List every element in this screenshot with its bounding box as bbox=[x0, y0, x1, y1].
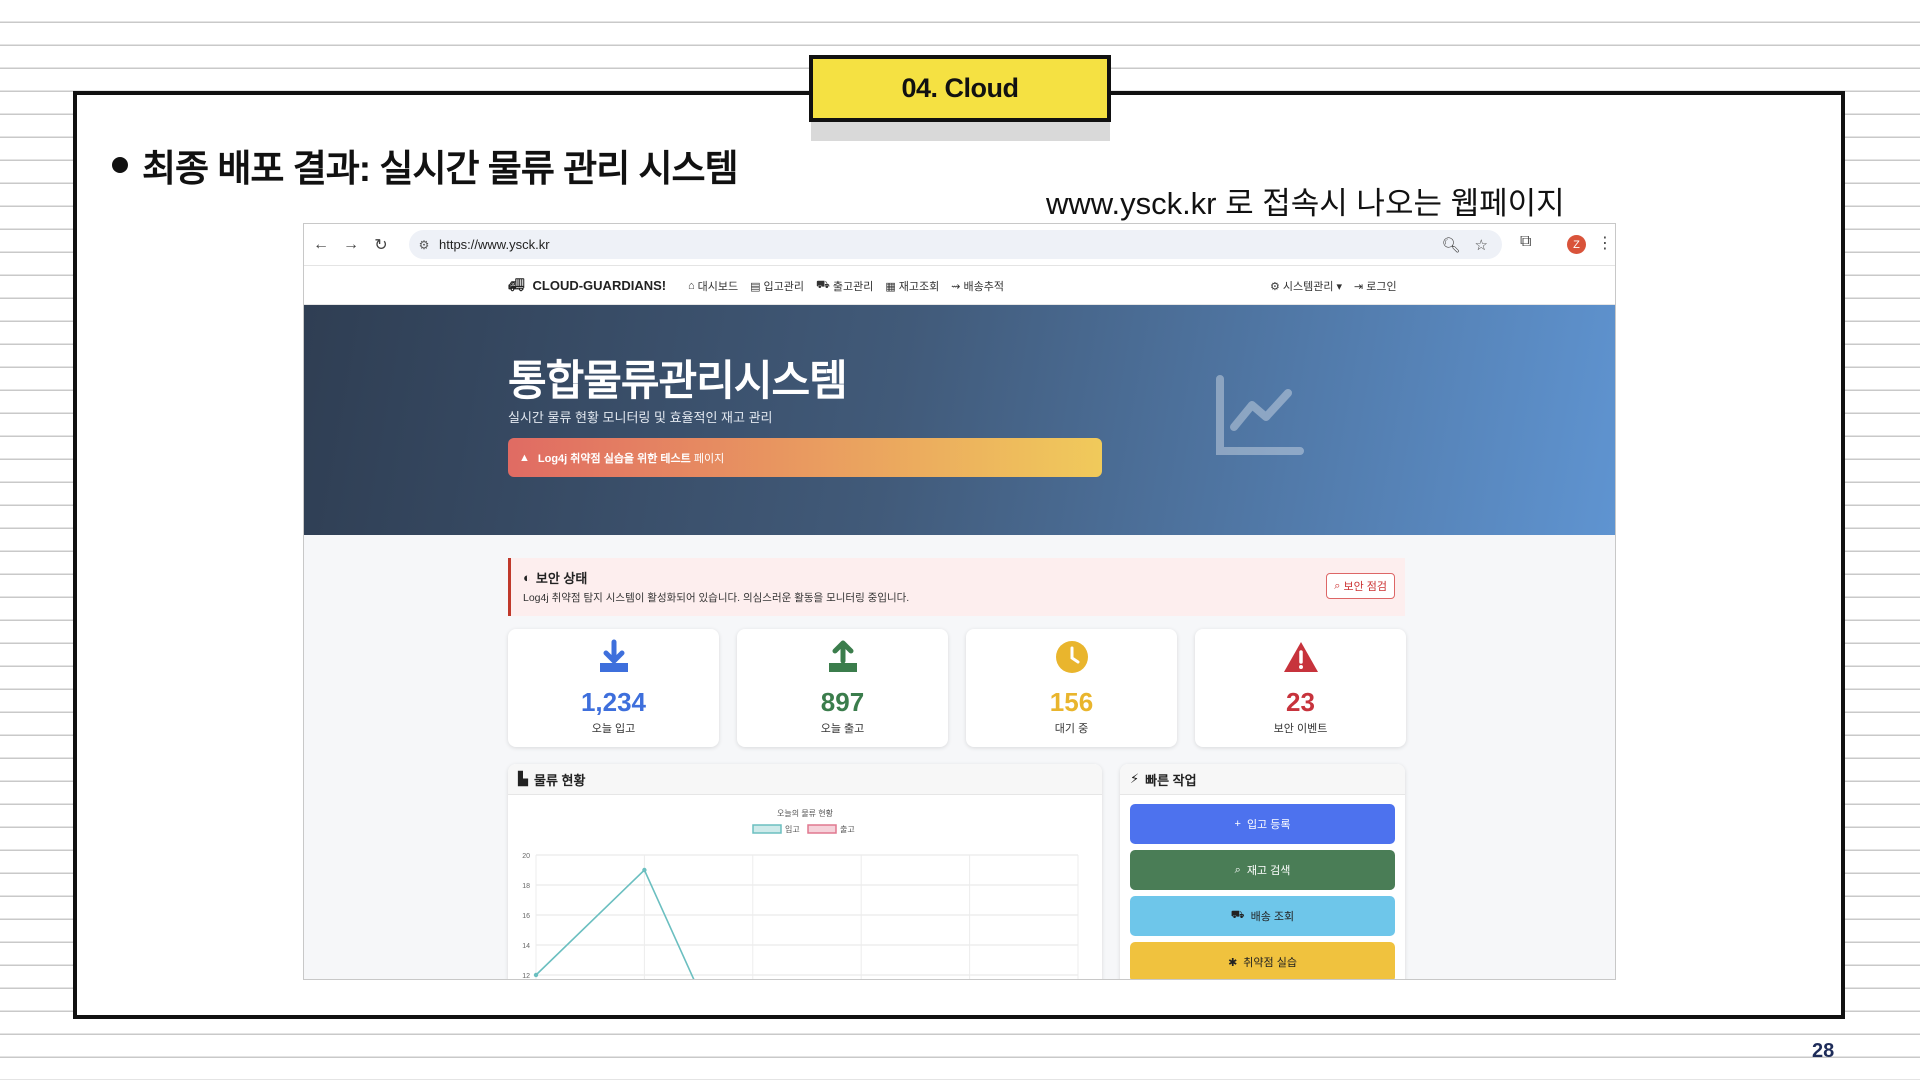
home-icon: ⌂ bbox=[688, 280, 695, 292]
warehouse-icon: ▤ bbox=[750, 280, 761, 293]
bolt-icon: ⚡︎ bbox=[1130, 771, 1140, 786]
stat-value-security-events: 23 bbox=[1286, 687, 1315, 717]
logistics-chart: 오늘의 물류 현황입고출고101214161820 bbox=[522, 808, 1079, 980]
upload-icon bbox=[828, 640, 857, 672]
bug-icon: ✱ bbox=[1228, 956, 1238, 969]
download-icon bbox=[599, 639, 628, 672]
reload-icon[interactable]: ↻ bbox=[366, 230, 396, 260]
warning-icon bbox=[1283, 642, 1318, 672]
hero-title: 통합물류관리시스템 bbox=[508, 357, 848, 404]
truck-icon: ⛟ bbox=[1230, 909, 1245, 921]
hero-alert-text: 페이지 bbox=[693, 452, 725, 465]
nav-item-login[interactable]: ⇥ 로그인 bbox=[1354, 278, 1397, 294]
nav-items: ⌂ 대시보드 ▤ 입고관리 ⛟ 출고관리 ▦ 재고조회 ⇝ 배송추적 bbox=[688, 278, 1004, 294]
security-status-alert: ◐ 보안 상태 Log4j 취약점 탐지 시스템이 활성화되어 있습니다. 의심… bbox=[508, 558, 1405, 616]
stat-label-pending: 대기 중 bbox=[1054, 723, 1089, 735]
series-point-0-0 bbox=[533, 972, 539, 978]
stat-value-outbound: 897 bbox=[820, 687, 865, 717]
nav-item-outbound[interactable]: ⛟ 출고관리 bbox=[816, 278, 873, 294]
back-icon[interactable]: ← bbox=[306, 230, 336, 260]
caret-down-icon: ▾ bbox=[1336, 280, 1343, 293]
stat-card-outbound: 897 오늘 출고 bbox=[737, 629, 948, 747]
search-inventory-button[interactable]: ⌕ 재고 검색 bbox=[1130, 850, 1395, 890]
stat-label-inbound: 오늘 입고 bbox=[591, 723, 636, 735]
vuln-practice-button[interactable]: ✱ 취약점 실습 bbox=[1130, 942, 1395, 979]
track-delivery-button[interactable]: ⛟ 배송 조회 bbox=[1130, 896, 1395, 936]
legend-swatch-0 bbox=[752, 824, 782, 834]
boxes-icon: ▦ bbox=[885, 280, 896, 293]
bullet-icon bbox=[112, 157, 128, 173]
search-icon: ⌕ bbox=[1334, 579, 1341, 592]
website-screenshot: ← → ↻ ⚙ https://www.ysck.kr 🔍︎ ☆ ⧉ Z ⋮ 🚚… bbox=[303, 223, 1616, 980]
slide-title: 최종 배포 결과: 실시간 물류 관리 시스템 bbox=[112, 138, 739, 192]
stat-label-outbound: 오늘 출고 bbox=[820, 723, 865, 735]
hero-alert-bold: Log4j 취약점 실습을 위한 테스트 bbox=[537, 452, 691, 465]
y-tick-label: 18 bbox=[522, 883, 530, 890]
quick-actions-header: ⚡︎ 빠른 작업 bbox=[1120, 764, 1405, 795]
plus-icon: + bbox=[1234, 818, 1241, 830]
nav-right: ⚙ 시스템관리 ▾ ⇥ 로그인 bbox=[1270, 278, 1397, 294]
site-navbar: 🚚︎ CLOUD-GUARDIANS! ⌂ 대시보드 ▤ 입고관리 ⛟ 출고관리 ▦ 재… bbox=[304, 266, 1615, 305]
hero-banner: 통합물류관리시스템 실시간 물류 현황 모니터링 및 효율적인 재고 관리 ▲ … bbox=[304, 305, 1615, 535]
profile-avatar[interactable]: Z bbox=[1567, 235, 1586, 254]
url-text: https://www.ysck.kr bbox=[439, 237, 550, 252]
y-tick-label: 16 bbox=[522, 913, 530, 920]
nav-item-inventory[interactable]: ▦ 재고조회 bbox=[885, 278, 939, 294]
legend-label-0: 입고 bbox=[785, 825, 800, 834]
chart-area-icon: ▙ bbox=[518, 771, 528, 786]
slide-caption: www.ysck.kr 로 접속시 나오는 웹페이지 bbox=[1046, 186, 1565, 221]
section-tab: 04. Cloud bbox=[809, 55, 1111, 122]
stat-label-security-events: 보안 이벤트 bbox=[1273, 723, 1328, 735]
warning-icon: ▲ bbox=[519, 451, 530, 464]
truck-icon: ⛟ bbox=[816, 279, 830, 291]
route-icon: ⇝ bbox=[951, 280, 961, 293]
chart-line-icon bbox=[1216, 375, 1304, 455]
browser-toolbar: ← → ↻ ⚙ https://www.ysck.kr 🔍︎ ☆ ⧉ Z ⋮ bbox=[304, 224, 1615, 266]
zoom-icon[interactable]: 🔍︎ bbox=[1442, 236, 1461, 254]
nav-item-system-admin[interactable]: ⚙ 시스템관리 ▾ bbox=[1270, 278, 1342, 294]
page-number: 28 bbox=[1812, 1040, 1835, 1062]
forward-icon[interactable]: → bbox=[336, 230, 366, 260]
quick-actions-panel: ⚡︎ 빠른 작업 + 입고 등록 ⌕ 재고 검색 ⛟ 배송 조회 ✱ 취약점 실습 bbox=[1120, 764, 1405, 979]
clock-icon bbox=[1055, 641, 1088, 673]
y-tick-label: 12 bbox=[522, 973, 530, 980]
stat-card-pending: 156 대기 중 bbox=[966, 629, 1177, 747]
address-bar[interactable]: ⚙ https://www.ysck.kr 🔍︎ ☆ bbox=[409, 230, 1502, 259]
shield-icon: ◐ bbox=[523, 570, 531, 585]
search-icon: ⌕ bbox=[1234, 863, 1241, 876]
logistics-panel: ▙ 물류 현황 오늘의 물류 현황입고출고101214161820 bbox=[508, 764, 1102, 980]
nav-item-dashboard[interactable]: ⌂ 대시보드 bbox=[688, 278, 738, 294]
extensions-icon[interactable]: ⧉ bbox=[1520, 233, 1531, 251]
security-title: ◐ 보안 상태 bbox=[523, 570, 588, 586]
login-icon: ⇥ bbox=[1354, 280, 1364, 293]
site-settings-icon[interactable]: ⚙ bbox=[409, 238, 439, 252]
slide-title-text: 최종 배포 결과: 실시간 물류 관리 시스템 bbox=[142, 148, 739, 189]
chart-title: 오늘의 물류 현황 bbox=[777, 808, 834, 818]
hero-alert: ▲ Log4j 취약점 실습을 위한 테스트 페이지 bbox=[508, 438, 1102, 477]
legend-label-1: 출고 bbox=[840, 824, 855, 834]
truck-icon: 🚚︎ bbox=[508, 277, 525, 292]
brand-name: CLOUD-GUARDIANS! bbox=[532, 277, 667, 293]
series-point-0-1 bbox=[642, 867, 647, 873]
stat-value-inbound: 1,234 bbox=[580, 687, 647, 717]
brand[interactable]: 🚚︎ CLOUD-GUARDIANS! bbox=[508, 277, 666, 293]
nav-item-inbound[interactable]: ▤ 입고관리 bbox=[750, 278, 804, 294]
nav-item-tracking[interactable]: ⇝ 배송추적 bbox=[951, 278, 1004, 294]
register-inbound-button[interactable]: + 입고 등록 bbox=[1130, 804, 1395, 844]
stat-value-pending: 156 bbox=[1049, 687, 1094, 717]
stat-card-security-events: 23 보안 이벤트 bbox=[1195, 629, 1406, 747]
series-line-0 bbox=[535, 868, 695, 979]
security-description: Log4j 취약점 탐지 시스템이 활성화되어 있습니다. 의심스러운 활동을 … bbox=[523, 592, 910, 604]
menu-icon[interactable]: ⋮ bbox=[1597, 233, 1613, 253]
gear-icon: ⚙ bbox=[1270, 280, 1280, 293]
y-tick-label: 20 bbox=[522, 853, 530, 860]
bookmark-star-icon[interactable]: ☆ bbox=[1475, 236, 1488, 254]
logistics-panel-header: ▙ 물류 현황 bbox=[508, 764, 1102, 795]
hero-subtitle: 실시간 물류 현황 모니터링 및 효율적인 재고 관리 bbox=[508, 410, 773, 425]
legend-swatch-1 bbox=[807, 824, 837, 834]
stat-card-inbound: 1,234 오늘 입고 bbox=[508, 629, 719, 747]
security-check-button[interactable]: ⌕ 보안 점검 bbox=[1326, 573, 1395, 599]
y-tick-label: 14 bbox=[522, 943, 530, 950]
